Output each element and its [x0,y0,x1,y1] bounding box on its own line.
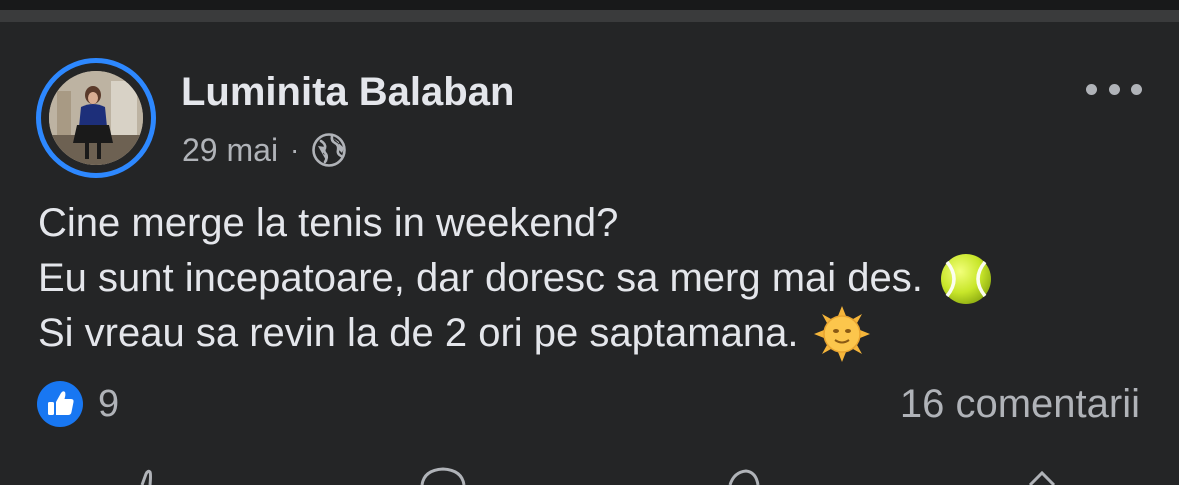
reactions-summary[interactable]: 9 [36,380,119,428]
meta-separator: · [290,134,300,165]
message-action-icon[interactable] [724,460,764,485]
post-text-line-content: Eu sunt incepatoare, dar doresc sa merg … [38,256,923,300]
tennis-ball-icon [940,253,991,304]
post-text-line: Eu sunt incepatoare, dar doresc sa merg … [38,251,993,306]
like-icon [37,381,83,427]
more-options-icon[interactable] [1086,78,1142,100]
globe-icon [312,133,347,167]
reaction-count: 9 [98,382,120,425]
post-text-line: Cine merge la tenis in weekend? [38,196,993,251]
more-dot [1131,83,1142,95]
top-strip [0,0,1179,10]
post-text: Cine merge la tenis in weekend? Eu sunt … [38,196,993,362]
avatar-photo [49,71,143,165]
author-name[interactable]: Luminita Balaban [181,70,514,115]
story-ring[interactable] [36,58,156,178]
action-bar [0,460,1179,485]
comment-count[interactable]: 16 comentarii [900,382,1140,427]
more-dot [1108,83,1120,95]
like-action-icon[interactable] [130,460,166,485]
post-date[interactable]: 29 mai [182,132,278,169]
comment-action-icon[interactable] [418,460,468,485]
post-text-line: Si vreau sa revin la de 2 ori pe saptama… [38,305,993,362]
post-meta: 29 mai · [182,130,347,170]
more-dot [1086,83,1097,95]
post-text-line-content: Si vreau sa revin la de 2 ori pe saptama… [38,311,799,355]
post-divider [0,10,1179,22]
share-action-icon[interactable] [1020,460,1060,485]
avatar[interactable] [49,71,143,165]
sun-face-icon [814,305,871,362]
post-text-line-content: Cine merge la tenis in weekend? [38,201,619,245]
